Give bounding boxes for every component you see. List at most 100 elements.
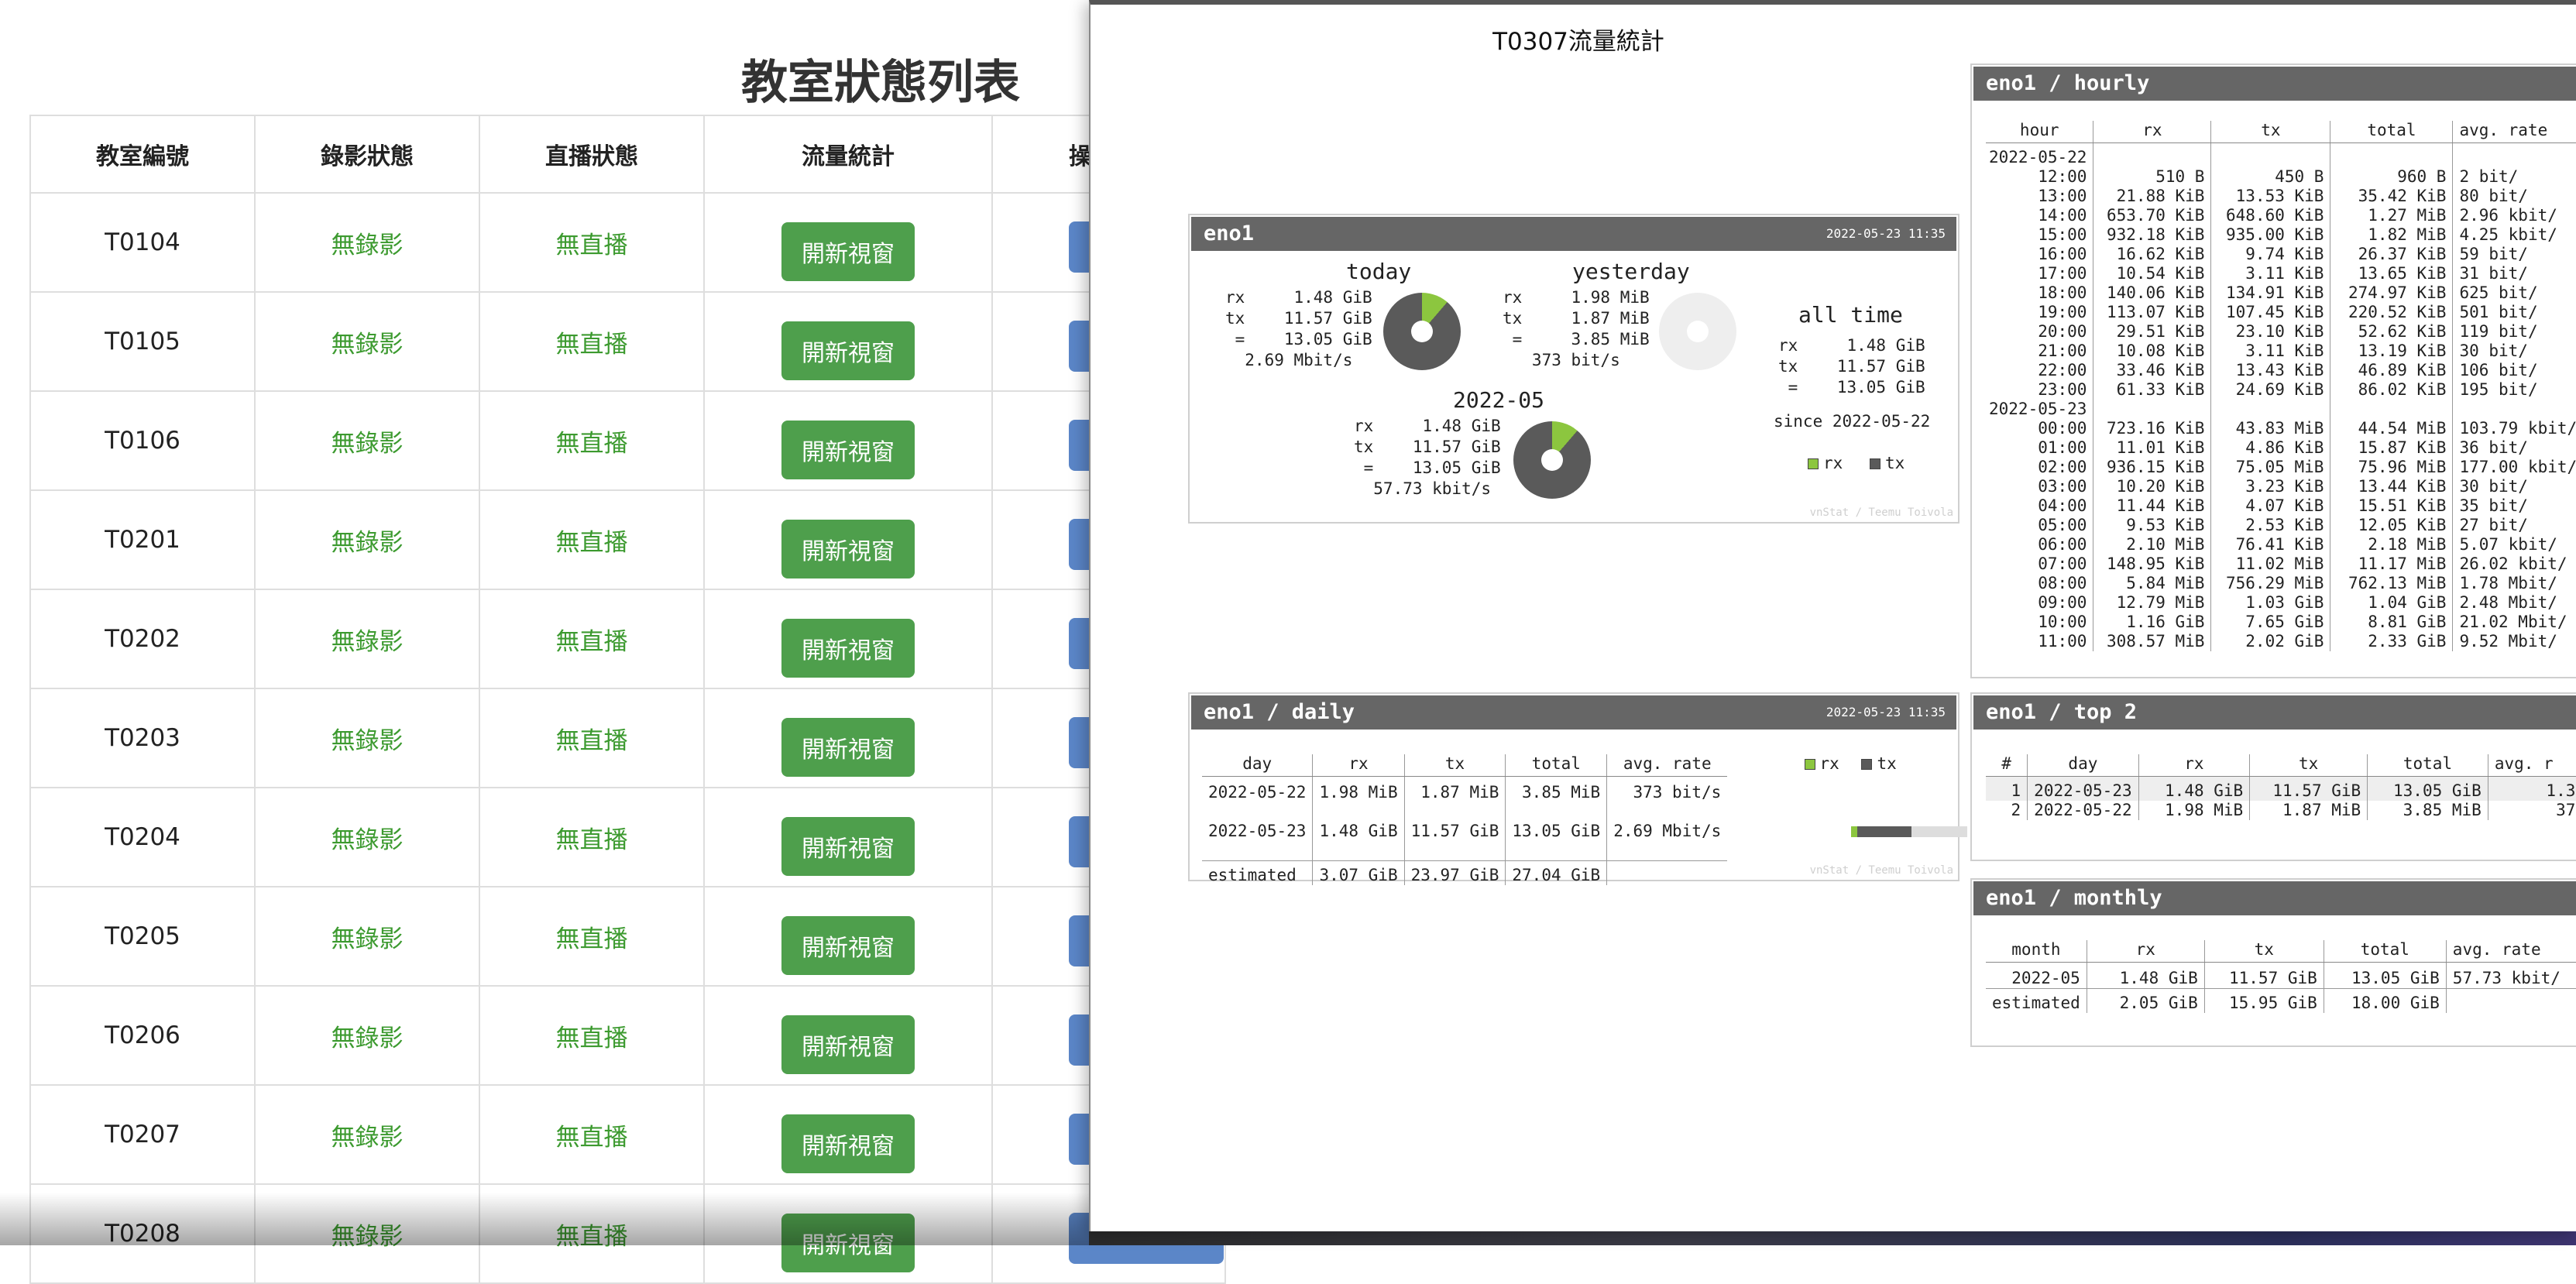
hourly-total-cell: 762.13 MiB <box>2330 574 2453 593</box>
open-window-button[interactable]: 開新視窗 <box>781 1114 915 1173</box>
table-header-row: 教室編號 錄影狀態 直播狀態 流量統計 操 <box>29 115 1226 194</box>
monthly-est-tx: 15.95 GiB <box>2203 988 2324 1013</box>
hourly-hour-cell: 09:00 <box>2038 593 2087 612</box>
hourly-tx-cell: 11.02 MiB <box>2210 554 2330 574</box>
hourly-row: 07:00 148.95 KiB 11.02 MiB 11.17 MiB 26.02 k… <box>1986 554 2576 574</box>
daily-rate-cell: 373 bit/s <box>1606 776 1728 802</box>
recording-status-cell: 無錄影 <box>254 886 480 987</box>
open-window-button[interactable]: 開新視窗 <box>781 222 915 281</box>
room-id-cell: T0106 <box>29 390 256 491</box>
top-col-rank: # <box>1986 754 2028 777</box>
column-header-recording: 錄影狀態 <box>254 115 480 194</box>
hourly-hour-cell: 17:00 <box>2038 264 2087 283</box>
summary-legend: rx tx <box>1808 454 1905 472</box>
open-window-button[interactable]: 開新視窗 <box>781 421 915 479</box>
alltime-tx: tx 11.57 GiB <box>1778 357 1925 376</box>
open-window-button[interactable]: 開新視窗 <box>781 1015 915 1074</box>
yesterday-rx: rx 1.98 MiB <box>1503 288 1650 307</box>
hourly-row: 19:00 113.07 KiB 107.45 KiB 220.52 KiB 501 b… <box>1986 303 2576 322</box>
hourly-row: 22:00 33.46 KiB 13.43 KiB 46.89 KiB 106 bit/ <box>1986 361 2576 380</box>
hourly-rate-cell: 27 bit/ <box>2452 516 2576 535</box>
room-table: 教室編號 錄影狀態 直播狀態 流量統計 操 T0104 無錄影 無直播 開新視窗 T01… <box>29 115 1226 1284</box>
tx-legend-label: tx <box>1884 454 1905 472</box>
open-window-button[interactable]: 開新視窗 <box>781 520 915 578</box>
hourly-rate-cell: 177.00 kbit/ <box>2452 458 2576 477</box>
top-day-cell: 2022-05-22 <box>2027 801 2139 820</box>
monthly-header: eno1 / monthly <box>1973 881 2576 915</box>
hourly-row: 03:00 10.20 KiB 3.23 KiB 13.44 KiB 30 bit/ <box>1986 477 2576 496</box>
hourly-rate-cell: 30 bit/ <box>2452 477 2576 496</box>
hourly-tx-cell: 648.60 KiB <box>2210 206 2330 225</box>
hourly-rx-cell: 29.51 KiB <box>2093 322 2211 342</box>
open-window-button[interactable]: 開新視窗 <box>781 321 915 380</box>
hourly-hour-cell: 02:00 <box>2038 458 2087 476</box>
top-title: eno1 / top 2 <box>1986 700 2138 724</box>
hourly-row: 11:00 308.57 MiB 2.02 GiB 2.33 GiB 9.52 Mbit… <box>1986 632 2576 651</box>
hourly-total-cell: 2.18 MiB <box>2330 535 2453 554</box>
open-window-button[interactable]: 開新視窗 <box>781 916 915 975</box>
hourly-total-cell: 86.02 KiB <box>2330 380 2453 400</box>
top-table: # day rx tx total avg. r 1 2022-05-23 1.… <box>1986 754 2576 820</box>
hourly-date-cell: 2022-05-22 <box>1989 148 2087 167</box>
today-rx: rx 1.48 GiB <box>1225 288 1372 307</box>
room-id-cell: T0204 <box>29 787 256 887</box>
monthly-row: 2022-05 1.48 GiB 11.57 GiB 13.05 GiB 57.… <box>1986 962 2576 989</box>
traffic-cell: 開新視窗 <box>703 688 993 788</box>
hourly-title: eno1 / hourly <box>1986 71 2150 95</box>
hourly-rx-cell: 932.18 KiB <box>2093 225 2211 245</box>
monthly-table: month rx tx total avg. rate 2022-05 1.48… <box>1986 940 2576 1013</box>
open-window-button[interactable]: 開新視窗 <box>781 718 915 777</box>
page-title: 教室狀態列表 <box>741 56 1020 110</box>
hourly-rx-cell: 510 B <box>2093 167 2211 187</box>
hourly-row: 08:00 5.84 MiB 756.29 MiB 762.13 MiB 1.78 Mb… <box>1986 574 2576 593</box>
monthly-header-row: month rx tx total avg. rate <box>1986 940 2576 963</box>
hourly-hour-cell: 18:00 <box>2038 283 2087 302</box>
monthly-est-total: 18.00 GiB <box>2323 988 2447 1013</box>
today-stats: rx 1.48 GiB tx 11.57 GiB = 13.05 GiB 2.6… <box>1225 288 1372 372</box>
top-tx-cell: 1.87 MiB <box>2249 801 2368 820</box>
daily-total-cell: 13.05 GiB <box>1505 802 1607 860</box>
top-col-total: total <box>2367 754 2488 777</box>
hourly-rate-cell: 59 bit/ <box>2452 245 2576 264</box>
today-tx: tx 11.57 GiB <box>1225 309 1372 328</box>
table-row: T0105 無錄影 無直播 開新視窗 <box>29 291 1226 392</box>
alltime-stats: rx 1.48 GiB tx 11.57 GiB = 13.05 GiB <box>1778 336 1925 399</box>
daily-col-total: total <box>1505 754 1607 777</box>
top-col-rate: avg. r <box>2487 754 2576 777</box>
rx-legend-label: rx <box>1823 454 1843 472</box>
traffic-popup-window[interactable]: T0307流量統計 eno1 2022-05-23 11:35 today rx… <box>1089 0 2576 1231</box>
hourly-rx-cell: 11.01 KiB <box>2093 438 2211 458</box>
daily-tx-swatch <box>1861 759 1873 771</box>
summary-timestamp: 2022-05-23 11:35 <box>1826 226 1946 241</box>
monthly-rx-cell: 1.48 GiB <box>2086 962 2205 989</box>
traffic-cell: 開新視窗 <box>703 390 993 491</box>
hourly-date-row: 2022-05-22 <box>1986 142 2576 167</box>
hourly-col-rate: avg. rate <box>2452 121 2576 143</box>
open-window-button[interactable]: 開新視窗 <box>781 817 915 876</box>
hourly-rx-cell: 723.16 KiB <box>2093 419 2211 438</box>
recording-status-cell: 無錄影 <box>254 688 480 788</box>
hourly-rate-cell: 1.78 Mbit/ <box>2452 574 2576 593</box>
hourly-rx-cell: 11.44 KiB <box>2093 496 2211 516</box>
today-total: = 13.05 GiB <box>1225 330 1372 348</box>
recording-status-cell: 無錄影 <box>254 1084 480 1185</box>
top-rank-cell: 1 <box>2011 781 2021 800</box>
hourly-date-cell: 2022-05-23 <box>1989 400 2087 418</box>
daily-bar-cell <box>1727 802 1973 860</box>
monthly-col-total: total <box>2323 940 2447 963</box>
table-row: T0207 無錄影 無直播 開新視窗 <box>29 1084 1226 1185</box>
yesterday-tx: tx 1.87 MiB <box>1503 309 1650 328</box>
hourly-rate-cell: 2.96 kbit/ <box>2452 206 2576 225</box>
hourly-total-cell: 26.37 KiB <box>2330 245 2453 264</box>
hourly-rx-cell: 308.57 MiB <box>2093 632 2211 651</box>
column-header-room: 教室編號 <box>29 115 256 194</box>
room-id-cell: T0201 <box>29 489 256 590</box>
hourly-tx-cell: 24.69 KiB <box>2210 380 2330 400</box>
room-id-cell: T0205 <box>29 886 256 987</box>
room-id-cell: T0202 <box>29 589 256 689</box>
rx-legend-swatch <box>1808 458 1819 469</box>
hourly-col-hour: hour <box>1986 121 2093 143</box>
hourly-tx-cell: 450 B <box>2210 167 2330 187</box>
open-window-button[interactable]: 開新視窗 <box>781 619 915 678</box>
month-total: = 13.05 GiB <box>1354 458 1501 477</box>
